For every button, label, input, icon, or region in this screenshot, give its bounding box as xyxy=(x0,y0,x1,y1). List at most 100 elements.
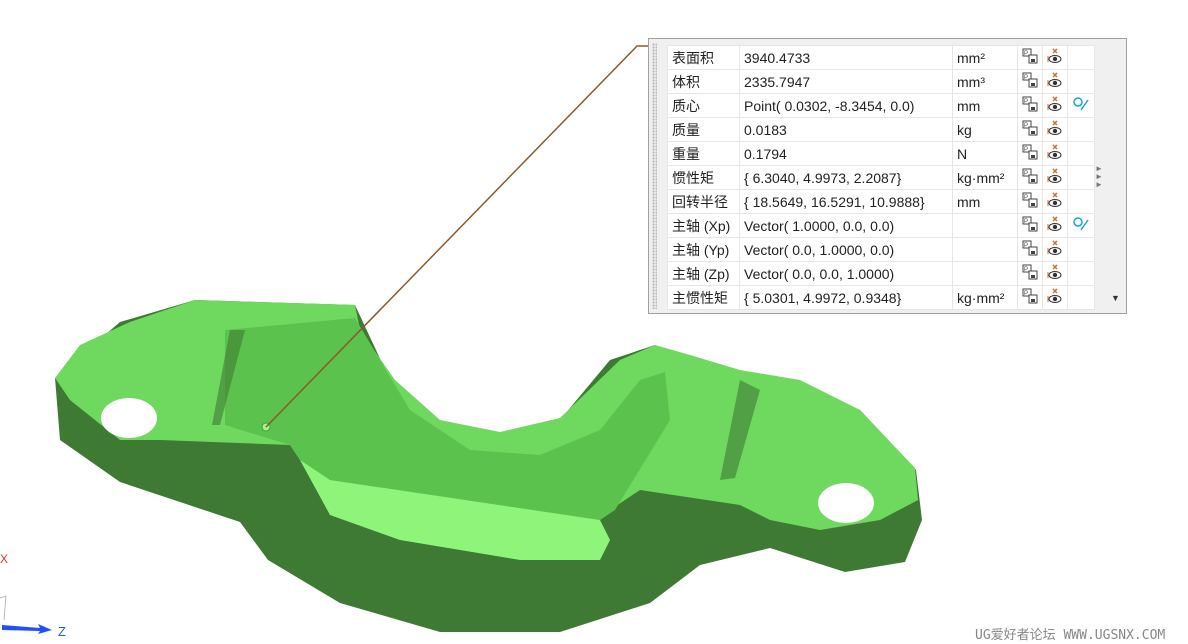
property-unit: kg xyxy=(952,117,1018,142)
empty-cell xyxy=(1067,117,1095,142)
property-unit xyxy=(952,213,1018,238)
copy-to-expression-icon[interactable]: P xyxy=(1017,165,1043,190)
hide-show-icon[interactable] xyxy=(1042,261,1068,286)
svg-text:P: P xyxy=(1024,219,1028,225)
svg-text:P: P xyxy=(1024,171,1028,177)
property-unit: N xyxy=(952,141,1018,166)
svg-text:P: P xyxy=(1024,99,1028,105)
property-unit: mm³ xyxy=(952,69,1018,94)
axis-z-label: Z xyxy=(58,624,66,639)
triad xyxy=(0,595,52,634)
hide-show-icon[interactable] xyxy=(1042,141,1068,166)
svg-text:P: P xyxy=(1024,195,1028,201)
copy-to-expression-icon[interactable]: P xyxy=(1017,141,1043,166)
property-unit: mm² xyxy=(952,45,1018,70)
property-label: 质量 xyxy=(667,117,740,142)
property-row: 回转半径 { 18.5649, 16.5291, 10.9888} mm P xyxy=(667,189,1095,214)
hide-show-icon[interactable] xyxy=(1042,69,1068,94)
property-row: 主轴 (Yp) Vector( 0.0, 1.0000, 0.0) P xyxy=(667,237,1095,262)
copy-to-expression-icon[interactable]: P xyxy=(1017,189,1043,214)
property-row: 质心 Point( 0.0302, -8.3454, 0.0) mm P xyxy=(667,93,1095,118)
copy-to-expression-icon[interactable]: P xyxy=(1017,213,1043,238)
property-label: 惯性矩 xyxy=(667,165,740,190)
copy-to-expression-icon[interactable]: P xyxy=(1017,285,1043,310)
property-value[interactable]: { 5.0301, 4.9972, 0.9348} xyxy=(739,285,953,310)
property-value[interactable]: { 6.3040, 4.9973, 2.2087} xyxy=(739,165,953,190)
property-label: 质心 xyxy=(667,93,740,118)
property-label: 回转半径 xyxy=(667,189,740,214)
property-unit xyxy=(952,261,1018,286)
property-label: 体积 xyxy=(667,69,740,94)
hide-show-icon[interactable] xyxy=(1042,117,1068,142)
hide-show-icon[interactable] xyxy=(1042,189,1068,214)
hide-show-icon[interactable] xyxy=(1042,93,1068,118)
property-row: 惯性矩 { 6.3040, 4.9973, 2.2087} kg·mm² P xyxy=(667,165,1095,190)
property-label: 表面积 xyxy=(667,45,740,70)
property-unit: kg·mm² xyxy=(952,285,1018,310)
property-value[interactable]: Vector( 0.0, 0.0, 1.0000) xyxy=(739,261,953,286)
copy-to-expression-icon[interactable]: P xyxy=(1017,237,1043,262)
mounting-hole-right xyxy=(818,483,874,523)
svg-text:P: P xyxy=(1024,291,1028,297)
drag-grip[interactable] xyxy=(652,43,657,309)
property-row: 主轴 (Zp) Vector( 0.0, 0.0, 1.0000) P xyxy=(667,261,1095,286)
property-value[interactable]: 0.1794 xyxy=(739,141,953,166)
property-row: 质量 0.0183 kg P xyxy=(667,117,1095,142)
property-unit: mm xyxy=(952,93,1018,118)
property-value[interactable]: Point( 0.0302, -8.3454, 0.0) xyxy=(739,93,953,118)
hide-show-icon[interactable] xyxy=(1042,45,1068,70)
property-row: 主轴 (Xp) Vector( 1.0000, 0.0, 0.0) P xyxy=(667,213,1095,238)
svg-text:P: P xyxy=(1024,75,1028,81)
empty-cell xyxy=(1067,285,1095,310)
svg-text:P: P xyxy=(1024,123,1028,129)
hide-show-icon[interactable] xyxy=(1042,285,1068,310)
empty-cell xyxy=(1067,45,1095,70)
svg-text:P: P xyxy=(1024,267,1028,273)
property-unit xyxy=(952,237,1018,262)
property-row: 体积 2335.7947 mm³ P xyxy=(667,69,1095,94)
property-row: 重量 0.1794 N P xyxy=(667,141,1095,166)
mass-properties-panel: 表面积 3940.4733 mm² P 体积 2335.7947 mm³ P 质… xyxy=(648,38,1127,314)
svg-text:P: P xyxy=(1024,51,1028,57)
empty-cell xyxy=(1067,261,1095,286)
expand-arrows[interactable]: ► ► ► xyxy=(1095,165,1103,189)
property-label: 重量 xyxy=(667,141,740,166)
property-value[interactable]: 3940.4733 xyxy=(739,45,953,70)
vector-display-icon[interactable] xyxy=(1067,213,1095,238)
svg-text:P: P xyxy=(1024,147,1028,153)
property-row: 主惯性矩 { 5.0301, 4.9972, 0.9348} kg·mm² P xyxy=(667,285,1095,310)
property-label: 主轴 (Xp) xyxy=(667,213,740,238)
property-unit: kg·mm² xyxy=(952,165,1018,190)
empty-cell xyxy=(1067,189,1095,214)
bracket-part-model[interactable] xyxy=(55,300,922,632)
copy-to-expression-icon[interactable]: P xyxy=(1017,93,1043,118)
mounting-hole-left xyxy=(101,398,157,438)
properties-table: 表面积 3940.4733 mm² P 体积 2335.7947 mm³ P 质… xyxy=(667,45,1095,310)
property-value[interactable]: Vector( 1.0000, 0.0, 0.0) xyxy=(739,213,953,238)
property-label: 主轴 (Zp) xyxy=(667,261,740,286)
hide-show-icon[interactable] xyxy=(1042,213,1068,238)
copy-to-expression-icon[interactable]: P xyxy=(1017,261,1043,286)
vector-display-icon[interactable] xyxy=(1067,93,1095,118)
hide-show-icon[interactable] xyxy=(1042,237,1068,262)
copy-to-expression-icon[interactable]: P xyxy=(1017,117,1043,142)
empty-cell xyxy=(1067,141,1095,166)
empty-cell xyxy=(1067,69,1095,94)
property-unit: mm xyxy=(952,189,1018,214)
empty-cell xyxy=(1067,237,1095,262)
hide-show-icon[interactable] xyxy=(1042,165,1068,190)
property-value[interactable]: 0.0183 xyxy=(739,117,953,142)
property-value[interactable]: { 18.5649, 16.5291, 10.9888} xyxy=(739,189,953,214)
property-label: 主轴 (Yp) xyxy=(667,237,740,262)
property-value[interactable]: 2335.7947 xyxy=(739,69,953,94)
property-label: 主惯性矩 xyxy=(667,285,740,310)
axis-x-label: X xyxy=(0,552,9,566)
empty-cell xyxy=(1067,165,1095,190)
watermark: UG爱好者论坛 WWW.UGSNX.COM xyxy=(975,628,1166,643)
property-value[interactable]: Vector( 0.0, 1.0000, 0.0) xyxy=(739,237,953,262)
copy-to-expression-icon[interactable]: P xyxy=(1017,69,1043,94)
svg-text:P: P xyxy=(1024,243,1028,249)
property-row: 表面积 3940.4733 mm² P xyxy=(667,45,1095,70)
copy-to-expression-icon[interactable]: P xyxy=(1017,45,1043,70)
dropdown-arrow[interactable]: ▼ xyxy=(1111,293,1120,303)
